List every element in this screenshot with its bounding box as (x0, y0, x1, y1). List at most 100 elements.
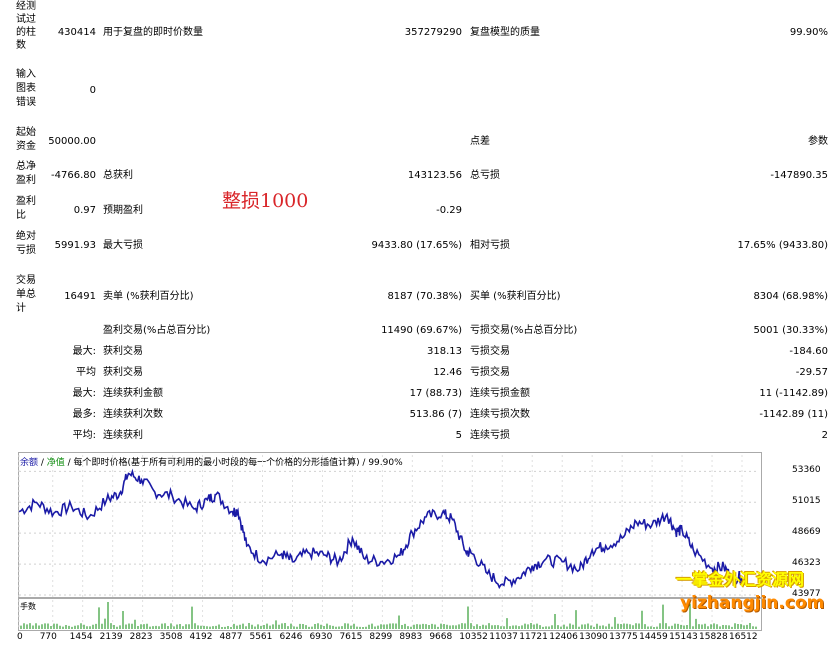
cons-losses-value: 2 (821, 430, 828, 441)
ticks-value: 357279290 (404, 27, 462, 38)
x-tick-label: 2823 (129, 632, 153, 642)
abs-dd-label: 绝对 亏损 (16, 231, 36, 256)
loss-value: 5001 (30.33%) (753, 325, 828, 336)
max-dd-label: 最大亏损 (103, 240, 143, 251)
y-tick-label: 53360 (792, 465, 821, 476)
win-value: 11490 (69.67%) (381, 325, 462, 336)
expected-label: 预期盈利 (103, 205, 143, 216)
max-dd-value: 9433.80 (17.65%) (371, 240, 462, 251)
x-tick-label: 9668 (429, 632, 453, 642)
y-tick-label: 51015 (792, 496, 821, 507)
loss-stamp: 整损1000 (222, 190, 309, 212)
cons-win-cnt-value: 513.86 (7) (409, 409, 462, 420)
volume-chart-frame (18, 598, 762, 631)
short-label: 卖单 (%获利百分比) (103, 291, 194, 302)
bars-label: 经测 试过 的柱 数 (16, 1, 36, 51)
balance-chart-frame (18, 452, 762, 598)
short-value: 8187 (70.38%) (387, 291, 462, 302)
params-label: 参数 (808, 136, 828, 147)
watermark-cn: 一掌金外汇资源网 (676, 570, 805, 589)
x-tick-label: 11721 (519, 632, 548, 642)
long-label: 买单 (%获利百分比) (470, 291, 561, 302)
x-tick-label: 14459 (639, 632, 668, 642)
long-value: 8304 (68.98%) (753, 291, 828, 302)
legend-sep: / (38, 458, 47, 468)
x-tick-label: 4192 (189, 632, 213, 642)
cons-loss-amt-value: 11 (-1142.89) (759, 388, 828, 399)
avg-loss-label: 亏损交易 (470, 367, 510, 378)
pf-value: 0.97 (73, 205, 96, 216)
x-tick-label: 8299 (369, 632, 393, 642)
x-tick-label: 7615 (339, 632, 363, 642)
deposit-value: 50000.00 (48, 136, 96, 147)
y-tick-label: 48669 (792, 527, 821, 538)
max-loss-label: 亏损交易 (470, 346, 510, 357)
gross-loss-value: -147890.35 (770, 170, 828, 181)
x-tick-label: 11037 (489, 632, 518, 642)
win-label: 盈利交易(%占总百分比) (103, 325, 211, 336)
x-tick-label: 6930 (309, 632, 333, 642)
x-tick-label: 4877 (219, 632, 243, 642)
max1-prefix: 最大: (72, 346, 96, 357)
x-tick-label: 15143 (669, 632, 698, 642)
x-tick-label: 0 (17, 632, 23, 642)
avg1-prefix: 平均 (76, 367, 96, 378)
spread-label: 点差 (470, 136, 490, 147)
cons-win-amt-label: 连续获利金额 (103, 388, 163, 399)
trades-value: 16491 (64, 291, 96, 302)
x-tick-label: 3508 (159, 632, 183, 642)
volume-label: 手数 (20, 602, 36, 611)
cons-loss-cnt-value: -1142.89 (11) (759, 409, 828, 420)
x-tick-label: 16512 (729, 632, 758, 642)
legend-equity: 净值 (46, 458, 65, 468)
max-loss-value: -184.60 (789, 346, 828, 357)
net-value: -4766.80 (51, 170, 96, 181)
bars-value: 430414 (57, 27, 96, 38)
max-win-label: 获利交易 (103, 346, 143, 357)
cons-win-cnt-label: 连续获利次数 (103, 409, 163, 420)
x-tick-label: 8983 (399, 632, 423, 642)
x-tick-label: 1454 (69, 632, 93, 642)
ticks-label: 用于复盘的即时价数量 (103, 27, 203, 38)
x-tick-label: 6246 (279, 632, 303, 642)
x-tick-label: 770 (39, 632, 57, 642)
x-tick-label: 2139 (99, 632, 123, 642)
cons-loss-cnt-label: 连续亏损次数 (470, 409, 530, 420)
errors-label: 输入 图表 错误 (16, 69, 36, 108)
rel-dd-label: 相对亏损 (470, 240, 510, 251)
gross-loss-label: 总亏损 (470, 170, 500, 181)
cons-losses-label: 连续亏损 (470, 430, 510, 441)
rel-dd-value: 17.65% (9433.80) (737, 240, 828, 251)
avg-win-label: 获利交易 (103, 367, 143, 378)
gross-profit-label: 总获利 (103, 170, 133, 181)
max2-prefix: 最大: (72, 388, 96, 399)
x-tick-label: 13090 (579, 632, 608, 642)
x-tick-label: 13775 (609, 632, 638, 642)
cons-wins-value: 5 (455, 430, 462, 441)
gross-profit-value: 143123.56 (407, 170, 462, 181)
quality-value: 99.90% (789, 27, 828, 38)
abs-dd-value: 5991.93 (54, 240, 96, 251)
loss-label: 亏损交易(%占总百分比) (470, 325, 578, 336)
watermark-url: yizhangjin.com (680, 593, 825, 613)
max-win-value: 318.13 (427, 346, 462, 357)
net-label: 总净 盈利 (16, 161, 36, 186)
x-tick-label: 5561 (249, 632, 273, 642)
x-tick-label: 10352 (459, 632, 488, 642)
x-tick-label: 15828 (699, 632, 728, 642)
chart-legend: 余额 / 净值 / 每个即时价格(基于所有可利用的最小时段的每一个价格的分形插值… (20, 455, 403, 468)
most-prefix: 最多: (72, 409, 96, 420)
avg-loss-value: -29.57 (795, 367, 828, 378)
avg2-prefix: 平均: (72, 430, 96, 441)
avg-win-value: 12.46 (433, 367, 462, 378)
legend-balance: 余额 (20, 458, 39, 468)
expected-value: -0.29 (436, 205, 462, 216)
pf-label: 盈利 比 (16, 196, 36, 221)
cons-win-amt-value: 17 (88.73) (409, 388, 462, 399)
x-tick-label: 12406 (549, 632, 578, 642)
legend-rest: / 每个即时价格(基于所有可利用的最小时段的每一个价格的分形插值计算) / 99… (64, 458, 403, 468)
trades-label: 交易 单总 计 (16, 275, 36, 314)
quality-label: 复盘模型的质量 (470, 27, 540, 38)
cons-loss-amt-label: 连续亏损金额 (470, 388, 530, 399)
cons-wins-label: 连续获利 (103, 430, 143, 441)
